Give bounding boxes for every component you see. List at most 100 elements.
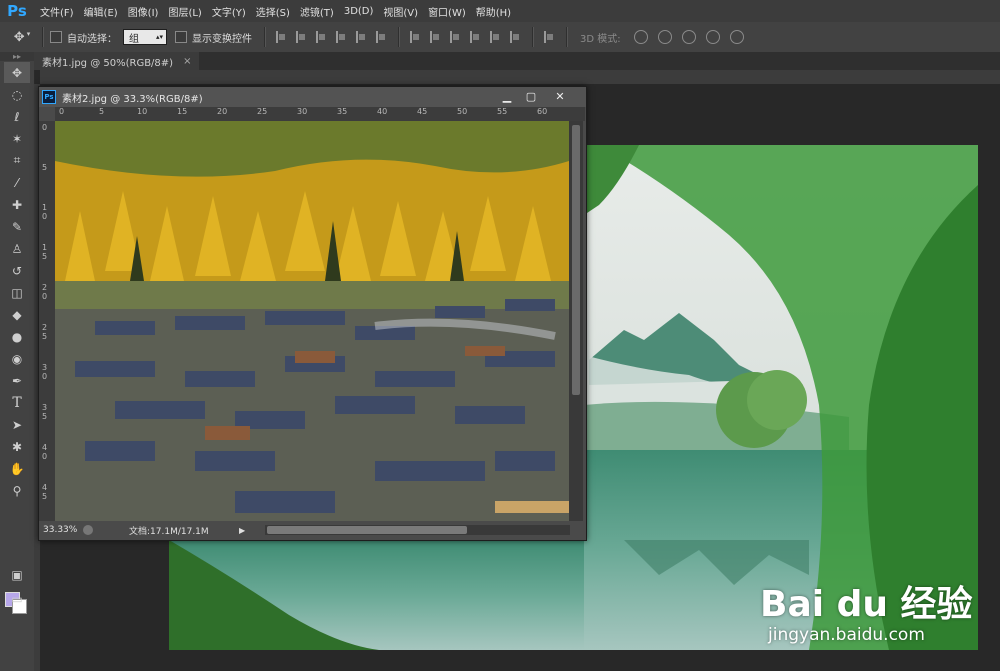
align-right-icon[interactable]	[376, 31, 388, 43]
ruler-tick: 20	[217, 107, 228, 116]
menu-bar: Ps 文件(F) 编辑(E) 图像(I) 图层(L) 文字(Y) 选择(S) 滤…	[0, 0, 1000, 22]
healing-icon[interactable]: ✚	[4, 194, 30, 215]
ruler-tick: 5	[99, 107, 105, 116]
blur-icon[interactable]: ●	[4, 326, 30, 347]
ruler-tick: 30	[297, 107, 308, 116]
gradient-icon[interactable]: ◆	[4, 304, 30, 325]
align-top-icon[interactable]	[276, 31, 288, 43]
ps-doc-icon: Ps	[42, 90, 56, 104]
3d-slide-icon[interactable]	[705, 30, 720, 44]
ruler-tick: 50	[457, 107, 468, 116]
3d-roll-icon[interactable]	[657, 30, 672, 44]
move-tool-preset-icon[interactable]: ✥ ▾	[8, 30, 36, 45]
eyedropper-icon[interactable]: ⁄	[4, 172, 30, 193]
ruler-tick: 4 5	[42, 483, 48, 501]
eraser-icon[interactable]: ◫	[4, 282, 30, 303]
ruler-tick: 5	[42, 163, 48, 172]
ruler-tick: 3 0	[42, 363, 48, 381]
watermark-url: jingyan.baidu.com	[768, 625, 925, 645]
menu-select[interactable]: 选择(S)	[256, 4, 290, 19]
canvas-image-village[interactable]	[55, 121, 569, 521]
menu-window[interactable]: 窗口(W)	[428, 4, 466, 19]
show-transform-checkbox[interactable]	[175, 31, 187, 43]
3d-rotate-icon[interactable]	[633, 30, 648, 44]
toolbox-grip[interactable]: ▸▸	[0, 52, 34, 61]
zoom-level[interactable]: 33.33%	[43, 525, 83, 535]
align-hcenter-icon[interactable]	[356, 31, 368, 43]
marquee-icon[interactable]: ◌	[4, 84, 30, 105]
menu-layer[interactable]: 图层(L)	[168, 4, 201, 19]
menu-type[interactable]: 文字(Y)	[212, 4, 246, 19]
brush-icon[interactable]: ✎	[4, 216, 30, 237]
status-arrow-icon[interactable]: ▶	[239, 526, 245, 535]
ruler-tick: 0	[59, 107, 65, 116]
3d-scale-icon[interactable]	[729, 30, 744, 44]
ruler-tick: 45	[417, 107, 428, 116]
separator	[398, 27, 400, 47]
history-brush-icon[interactable]: ↺	[4, 260, 30, 281]
path-select-icon[interactable]: ➤	[4, 414, 30, 435]
separator	[532, 27, 534, 47]
ruler-tick: 0	[42, 123, 48, 132]
close-icon[interactable]: ×	[183, 56, 191, 67]
align-bottom-icon[interactable]	[316, 31, 328, 43]
magic-wand-icon[interactable]: ✶	[4, 128, 30, 149]
auto-select-checkbox[interactable]	[50, 31, 62, 43]
window-titlebar[interactable]: Ps 素材2.jpg @ 33.3%(RGB/8#) ▁ ▢ ✕	[39, 87, 586, 107]
minimize-icon[interactable]: ▁	[495, 88, 519, 104]
hand-icon[interactable]: ✋	[4, 458, 30, 479]
auto-align-icon[interactable]	[544, 31, 556, 43]
pen-icon[interactable]: ✒	[4, 370, 30, 391]
ruler-tick: 15	[177, 107, 188, 116]
distribute-top-icon[interactable]	[410, 31, 422, 43]
shape-icon[interactable]: ✱	[4, 436, 30, 457]
window-vertical-ruler: 0 5 1 0 1 5 2 0 2 5 3 0 3 5 4 0 4 5	[39, 121, 55, 521]
lasso-icon[interactable]: ℓ	[4, 106, 30, 127]
tab-document-1[interactable]: 素材1.jpg @ 50%(RGB/8#) ×	[34, 52, 200, 70]
mode-3d-label: 3D 模式:	[580, 33, 621, 45]
menu-image[interactable]: 图像(I)	[128, 4, 159, 19]
horizontal-scrollbar[interactable]	[265, 525, 570, 535]
crop-icon[interactable]: ⌗	[4, 150, 30, 171]
menu-edit[interactable]: 编辑(E)	[84, 4, 118, 19]
dropdown-arrow-icon: ▴▾	[155, 33, 163, 41]
type-icon[interactable]: T	[4, 392, 30, 413]
vertical-scrollbar[interactable]	[569, 121, 583, 521]
horizontal-scroll-thumb[interactable]	[267, 526, 467, 534]
stamp-icon[interactable]: ♙	[4, 238, 30, 259]
menu-view[interactable]: 视图(V)	[383, 4, 418, 19]
distribute-left-icon[interactable]	[470, 31, 482, 43]
menu-help[interactable]: 帮助(H)	[476, 4, 511, 19]
move-icon[interactable]: ✥	[4, 62, 30, 83]
ruler-tick: 25	[257, 107, 268, 116]
menu-file[interactable]: 文件(F)	[40, 4, 74, 19]
menu-3d[interactable]: 3D(D)	[344, 6, 374, 17]
menu-filter[interactable]: 滤镜(T)	[300, 4, 334, 19]
distribute-right-icon[interactable]	[510, 31, 522, 43]
tab-title: 素材1.jpg @ 50%(RGB/8#)	[42, 57, 174, 69]
document-size-info: 文档:17.1M/17.1M	[129, 526, 209, 537]
quick-mask-icon[interactable]: ▣	[4, 564, 30, 585]
distribute-bottom-icon[interactable]	[450, 31, 462, 43]
maximize-icon[interactable]: ▢	[519, 88, 543, 104]
floating-document-window[interactable]: Ps 素材2.jpg @ 33.3%(RGB/8#) ▁ ▢ ✕ 0 5 10 …	[38, 86, 587, 541]
vertical-scroll-thumb[interactable]	[572, 125, 580, 395]
screen-mode-icon[interactable]: ▭	[4, 588, 30, 609]
auto-select-dropdown[interactable]: 组 ▴▾	[123, 29, 167, 45]
align-vcenter-icon[interactable]	[296, 31, 308, 43]
ruler-tick: 55	[497, 107, 508, 116]
window-horizontal-ruler: 0 5 10 15 20 25 30 35 40 45 50 55 60	[55, 107, 585, 121]
zoom-icon[interactable]: ⚲	[4, 480, 30, 501]
3d-pan-icon[interactable]	[681, 30, 696, 44]
ruler-tick: 2 5	[42, 323, 48, 341]
ruler-tick: 40	[377, 107, 388, 116]
close-icon[interactable]: ✕	[548, 88, 572, 104]
window-title: 素材2.jpg @ 33.3%(RGB/8#)	[62, 93, 203, 105]
horizontal-ruler	[40, 70, 1000, 84]
align-left-icon[interactable]	[336, 31, 348, 43]
distribute-hcenter-icon[interactable]	[490, 31, 502, 43]
status-menu-icon[interactable]	[83, 525, 93, 535]
separator	[566, 27, 568, 47]
dodge-icon[interactable]: ◉	[4, 348, 30, 369]
distribute-vcenter-icon[interactable]	[430, 31, 442, 43]
